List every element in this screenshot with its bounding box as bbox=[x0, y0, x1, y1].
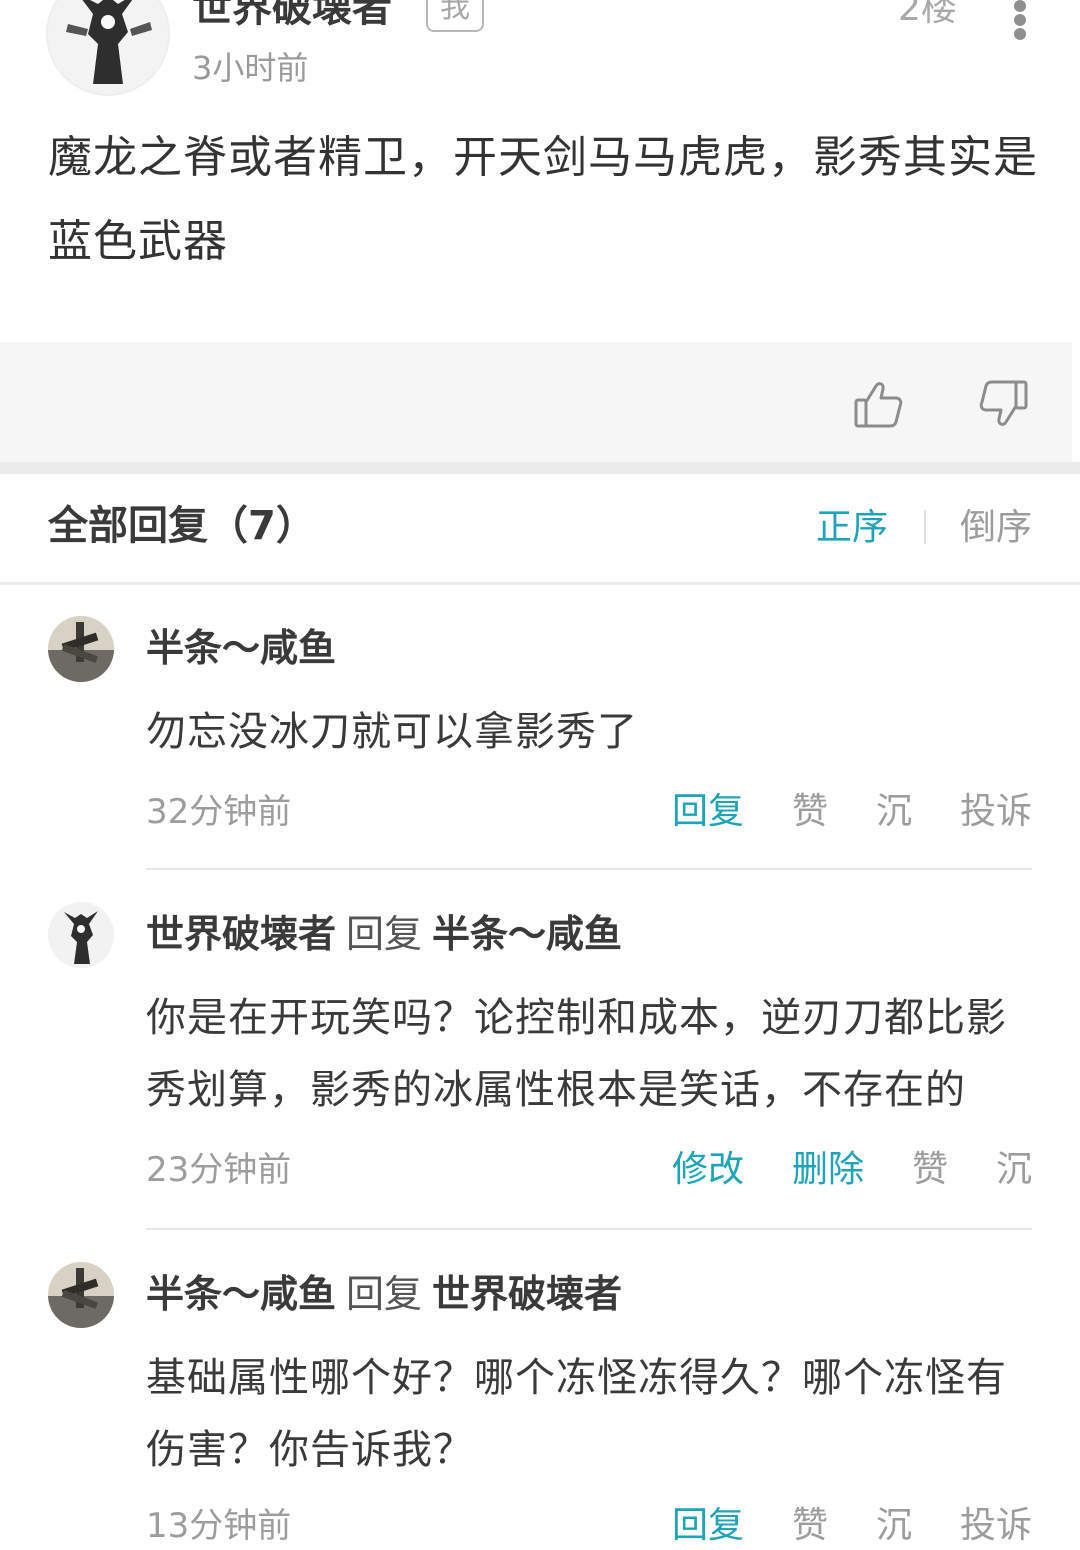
reply-text: 基础属性哪个好？哪个冻怪冻得久？哪个冻怪有伤害？你告诉我？ bbox=[146, 1355, 1007, 1473]
downvote-button[interactable]: 沉 bbox=[876, 788, 912, 836]
replies-header: 全部回复（7） 正序 倒序 bbox=[0, 474, 1080, 585]
upvote-button[interactable]: 赞 bbox=[912, 1146, 948, 1194]
post-time: 3小时前 bbox=[192, 49, 309, 87]
sort-descending-button[interactable]: 倒序 bbox=[960, 504, 1032, 552]
reply-author-name[interactable]: 世界破壊者 bbox=[146, 912, 336, 956]
more-vertical-icon[interactable] bbox=[1010, 0, 1030, 40]
post-body-text: 魔龙之脊或者精卫，开天剑马马虎虎，影秀其实是蓝色武器 bbox=[48, 132, 1038, 267]
reply-text: 你是在开玩笑吗？论控制和成本，逆刃刀都比影秀划算，影秀的冰属性根本是笑话，不存在… bbox=[146, 995, 1007, 1113]
reply-item: 世界破壊者 回复 半条～咸鱼 你是在开玩笑吗？论控制和成本，逆刃刀都比影秀划算，影秀… bbox=[0, 870, 1080, 1230]
reply-text: 勿忘没冰刀就可以拿影秀了 bbox=[146, 709, 638, 755]
reply-author-avatar[interactable] bbox=[48, 616, 114, 682]
reply-author-line: 半条～咸鱼 bbox=[146, 622, 336, 674]
reply-time: 23分钟前 bbox=[146, 1150, 292, 1190]
reply-author-name[interactable]: 半条～咸鱼 bbox=[146, 1272, 336, 1316]
floor-label: 2楼 bbox=[898, 0, 957, 29]
thumbs-down-icon[interactable] bbox=[978, 378, 1030, 430]
reply-word: 回复 bbox=[346, 1272, 423, 1316]
reply-author-avatar[interactable] bbox=[48, 902, 114, 968]
edit-button[interactable]: 修改 bbox=[672, 1146, 744, 1194]
replies-title: 全部回复（7） bbox=[48, 503, 316, 549]
me-badge: 我 bbox=[426, 0, 484, 32]
section-divider bbox=[0, 462, 1080, 474]
reply-item: 半条～咸鱼 回复 世界破壊者 基础属性哪个好？哪个冻怪冻得久？哪个冻怪有伤害？你告诉… bbox=[0, 1230, 1080, 1546]
thumbs-up-icon[interactable] bbox=[852, 378, 904, 430]
downvote-button[interactable]: 沉 bbox=[876, 1502, 912, 1550]
downvote-button[interactable]: 沉 bbox=[996, 1146, 1032, 1194]
post-author-name[interactable]: 世界破壊者 bbox=[192, 0, 392, 34]
reply-target-name[interactable]: 半条～咸鱼 bbox=[432, 912, 622, 956]
post-header: 世界破壊者 我 3小时前 2楼 bbox=[0, 0, 1080, 110]
upvote-button[interactable]: 赞 bbox=[792, 1502, 828, 1550]
reply-target-name[interactable]: 世界破壊者 bbox=[432, 1272, 622, 1316]
warrior-avatar-image bbox=[48, 0, 168, 94]
reply-time: 32分钟前 bbox=[146, 792, 292, 832]
sort-separator bbox=[924, 510, 926, 544]
post-author-avatar[interactable] bbox=[48, 0, 168, 94]
sort-ascending-button[interactable]: 正序 bbox=[816, 504, 888, 552]
upvote-button[interactable]: 赞 bbox=[792, 788, 828, 836]
reply-author-line: 世界破壊者 回复 半条～咸鱼 bbox=[146, 908, 622, 960]
reply-button[interactable]: 回复 bbox=[672, 788, 744, 836]
reply-author-name[interactable]: 半条～咸鱼 bbox=[146, 626, 336, 670]
reply-author-line: 半条～咸鱼 回复 世界破壊者 bbox=[146, 1268, 622, 1320]
vote-bar bbox=[0, 342, 1072, 462]
reply-item: 半条～咸鱼 勿忘没冰刀就可以拿影秀了 32分钟前 回复 赞 沉 投诉 bbox=[0, 584, 1080, 870]
report-button[interactable]: 投诉 bbox=[960, 788, 1032, 836]
reply-word: 回复 bbox=[346, 912, 423, 956]
reply-time: 13分钟前 bbox=[146, 1506, 292, 1546]
reply-button[interactable]: 回复 bbox=[672, 1502, 744, 1550]
reply-author-avatar[interactable] bbox=[48, 1262, 114, 1328]
delete-button[interactable]: 删除 bbox=[792, 1146, 864, 1194]
report-button[interactable]: 投诉 bbox=[960, 1502, 1032, 1550]
